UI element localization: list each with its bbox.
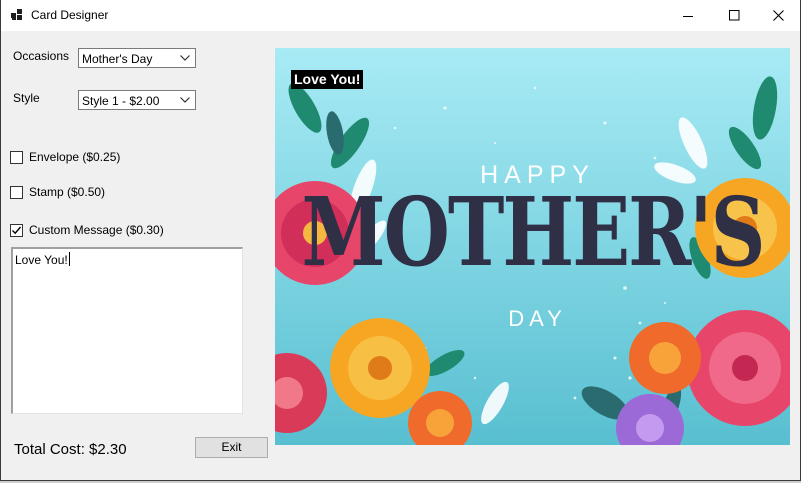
- total-cost: Total Cost: $2.30: [14, 441, 127, 458]
- occasions-label: Occasions: [13, 49, 70, 63]
- occasions-dropdown[interactable]: Mother's Day: [78, 48, 196, 68]
- card-text-mothers: MOTHER'S: [301, 176, 766, 288]
- window-title: Card Designer: [31, 8, 109, 22]
- card-designer-window: Card Designer Occasions Mother's Day Sty…: [0, 0, 801, 481]
- custom-message-text: Love You!: [15, 253, 68, 267]
- close-button[interactable]: [755, 0, 801, 31]
- stamp-label: Stamp ($0.50): [29, 185, 106, 199]
- style-dropdown[interactable]: Style 1 - $2.00: [78, 90, 196, 110]
- occasions-selected-value: Mother's Day: [82, 52, 153, 66]
- minimize-icon: [683, 15, 693, 17]
- custom-message-textarea[interactable]: Love You!: [11, 247, 243, 414]
- stamp-checkbox[interactable]: [10, 186, 23, 199]
- card-message-overlay: Love You!: [291, 70, 364, 89]
- app-icon: [11, 9, 23, 21]
- style-label: Style: [13, 91, 40, 105]
- card-text-day: DAY: [508, 306, 567, 331]
- chevron-down-icon: [180, 97, 190, 103]
- card-preview-image: Love You! HAPPY MOTHER'S DAY: [275, 48, 790, 445]
- exit-button[interactable]: Exit: [195, 437, 268, 458]
- custom-message-label: Custom Message ($0.30): [29, 223, 164, 237]
- custom-message-checkbox[interactable]: [10, 224, 23, 237]
- envelope-checkbox[interactable]: [10, 151, 23, 164]
- style-selected-value: Style 1 - $2.00: [82, 94, 160, 108]
- envelope-label: Envelope ($0.25): [29, 150, 121, 164]
- text-caret: [68, 252, 70, 266]
- chevron-down-icon: [180, 55, 190, 61]
- title-bar: Card Designer: [1, 0, 800, 31]
- close-icon: [772, 10, 784, 21]
- checkmark-icon: [12, 226, 22, 235]
- minimize-button[interactable]: [665, 0, 711, 31]
- maximize-button[interactable]: [711, 0, 757, 31]
- maximize-icon: [728, 10, 739, 21]
